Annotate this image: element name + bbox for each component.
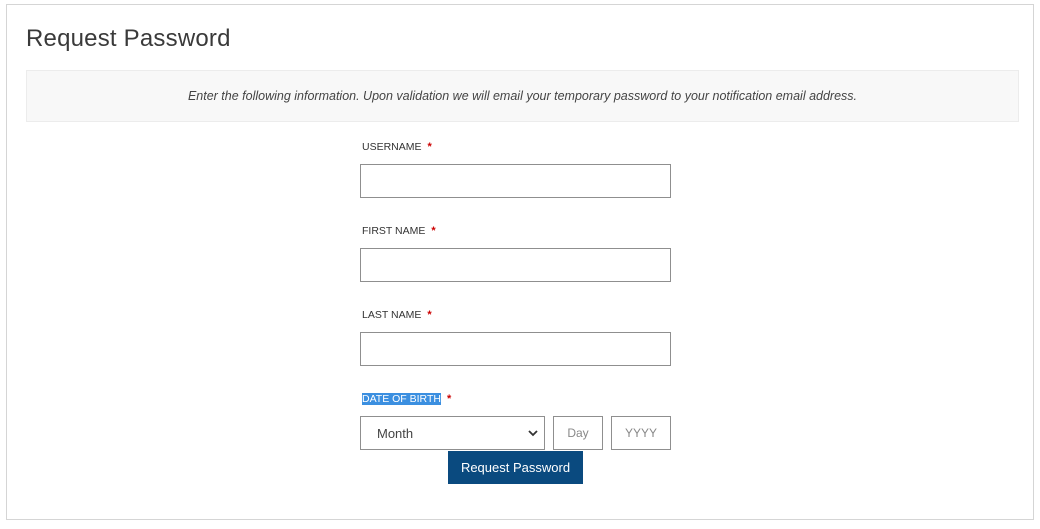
first-name-label: FIRST NAME * (360, 222, 672, 240)
month-select-value: Month (377, 425, 414, 441)
required-marker: * (446, 393, 452, 405)
username-label-text: USERNAME (362, 141, 422, 153)
date-of-birth-label-text: DATE OF BIRTH (362, 393, 441, 405)
day-input[interactable] (553, 416, 603, 450)
username-label: USERNAME * (360, 138, 672, 156)
required-marker: * (427, 141, 432, 153)
month-select[interactable]: Month (360, 416, 545, 450)
chevron-down-icon (528, 430, 538, 437)
instructions-panel: Enter the following information. Upon va… (26, 70, 1019, 122)
page-title: Request Password (26, 25, 231, 52)
date-of-birth-label: DATE OF BIRTH * (360, 390, 672, 408)
instructions-text: Enter the following information. Upon va… (187, 89, 858, 103)
required-marker: * (427, 309, 432, 321)
request-password-form: USERNAME * FIRST NAME * LAST NAME * DATE OF… (360, 138, 672, 450)
username-input[interactable] (360, 164, 671, 198)
date-of-birth-row: Month (360, 416, 672, 450)
required-marker: * (431, 225, 436, 237)
last-name-label: LAST NAME * (360, 306, 672, 324)
last-name-input[interactable] (360, 332, 671, 366)
request-password-button[interactable]: Request Password (448, 451, 583, 484)
first-name-input[interactable] (360, 248, 671, 282)
first-name-label-text: FIRST NAME (362, 225, 426, 237)
year-input[interactable] (611, 416, 671, 450)
last-name-label-text: LAST NAME (362, 309, 422, 321)
